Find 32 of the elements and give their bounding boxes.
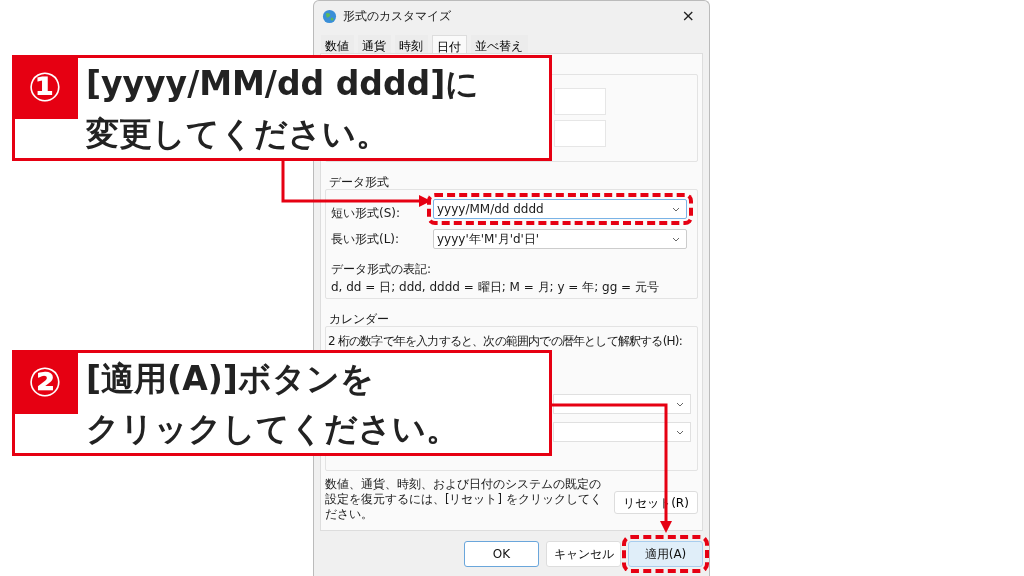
group-label: データ形式 [329,176,390,189]
tab[interactable]: 通貨 [358,35,391,53]
tab[interactable]: 並べ替え [471,35,528,53]
dropdown[interactable] [553,422,691,442]
field-label: 長い形式(L): [331,231,401,248]
calendar-instruction: 2 桁の数字で年を入力すると、次の範囲内での暦年として解釈する(H): [328,333,683,350]
tab[interactable]: 時刻 [395,35,428,53]
tab[interactable]: 日付 [432,35,467,53]
sample-field [554,88,606,115]
step-number: ② [12,350,78,414]
field-label: 短い形式(S): [331,205,402,220]
callout-text: クリックしてください。 [85,408,459,450]
format-dropdown[interactable]: yyyy'年'M'月'd'日' [433,229,687,249]
close-button[interactable]: × [675,8,701,24]
notation-text: d, dd = 日; ddd, dddd = 曜日; M = 月; y = 年; gg = 元号 [331,279,660,296]
chevron-icon [676,429,684,435]
chevron-icon [676,401,684,407]
group-label: カレンダー [329,313,390,326]
tab[interactable]: 数値 [321,35,354,53]
notation-title: データ形式の表記: [331,261,433,278]
chevron-icon [672,236,680,242]
globe-icon [322,8,337,24]
callout-text: [yyyy/MM/dd dddd]に [85,63,480,105]
dialog-button[interactable]: キャンセル [546,541,621,567]
reset-note: 数値、通貨、時刻、および日付のシステムの既定の設定を復元するには、[リセット] をクリックしてください。 [325,477,603,522]
window-title: 形式のカスタマイズ [343,8,451,25]
sample-field [554,120,606,147]
chevron-icon [672,206,680,212]
callout-text: [適用(A)]ボタンを [85,358,375,400]
callout-text: 変更してください。 [85,113,390,155]
dialog-button[interactable]: OK [464,541,539,567]
step-number: ① [12,55,78,119]
